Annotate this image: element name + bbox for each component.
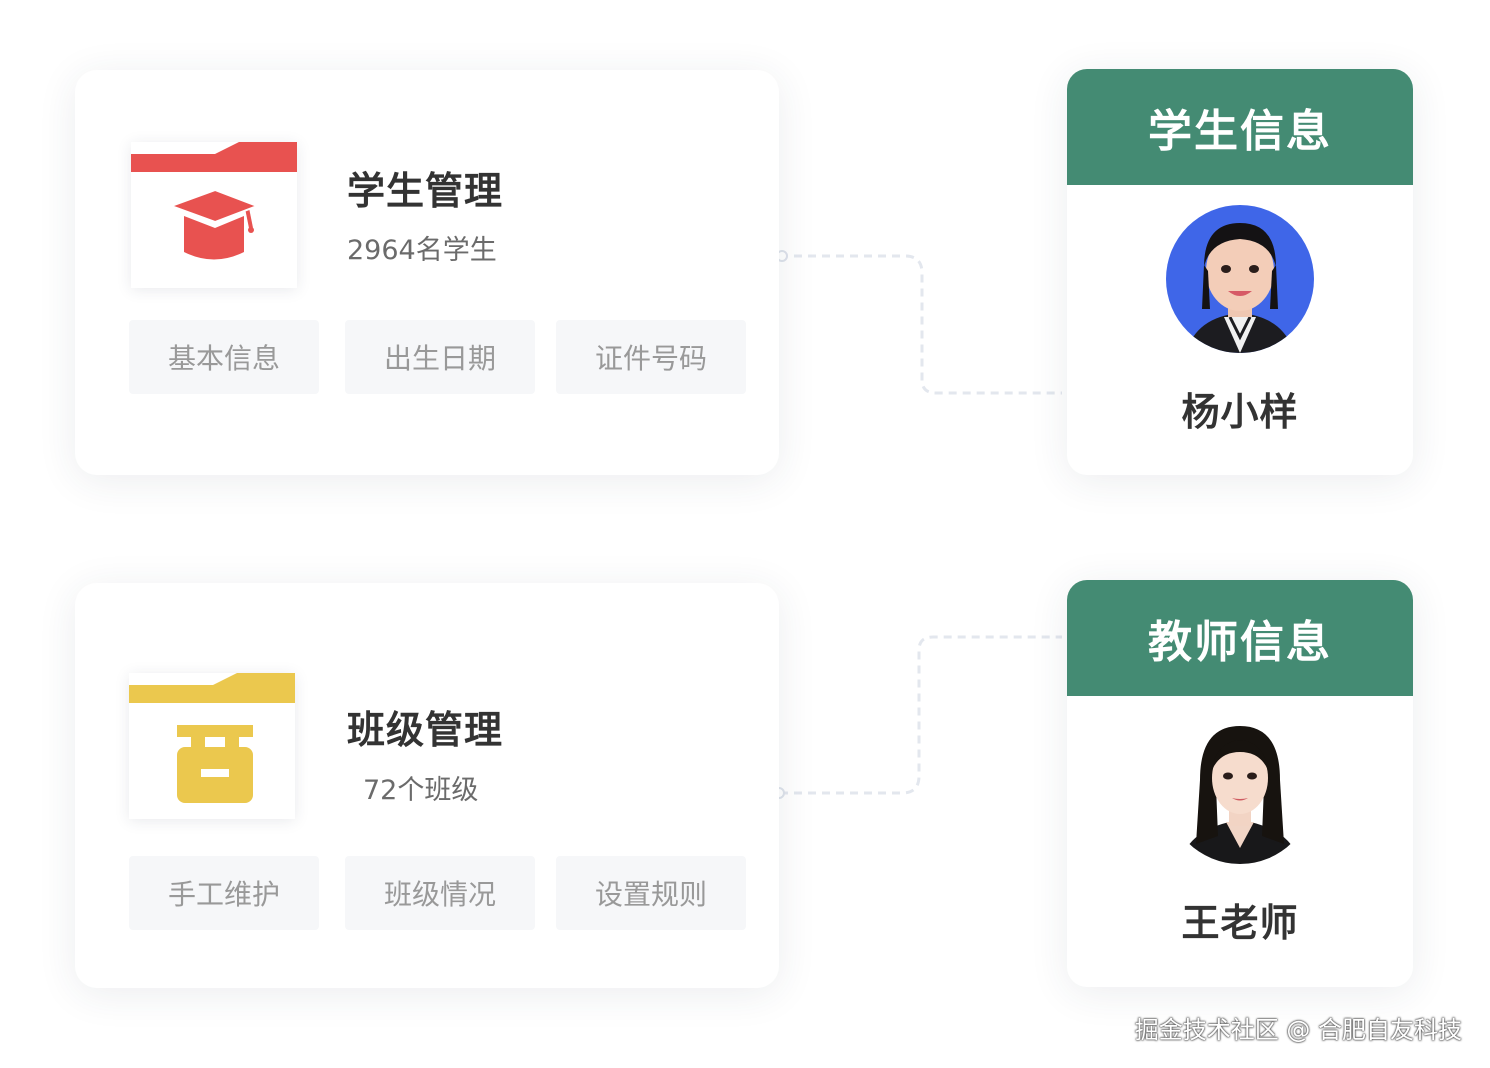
class-management-card[interactable]: 班级管理 72个班级 手工维护 班级情况 设置规则 [75, 583, 779, 988]
class-status-button[interactable]: 班级情况 [345, 856, 535, 930]
basic-info-button[interactable]: 基本信息 [129, 320, 319, 394]
student-name: 杨小样 [1181, 390, 1299, 434]
birth-date-button[interactable]: 出生日期 [345, 320, 535, 394]
set-rules-button[interactable]: 设置规则 [556, 856, 746, 930]
watermark: 掘金技术社区 @ 合肥自友科技 [1134, 1016, 1462, 1044]
teacher-info-header: 教师信息 [1067, 580, 1413, 696]
manual-maintenance-button[interactable]: 手工维护 [129, 856, 319, 930]
class-count: 72个班级 [363, 775, 479, 806]
student-folder-tile [131, 142, 297, 288]
student-mgmt-title: 学生管理 [347, 169, 504, 213]
teacher-name: 王老师 [1181, 901, 1299, 945]
classroom-icon [177, 725, 253, 803]
class-folder-tile [129, 673, 295, 819]
teacher-avatar [1166, 716, 1314, 864]
student-info-header: 学生信息 [1067, 69, 1413, 185]
id-number-button[interactable]: 证件号码 [556, 320, 746, 394]
graduation-cap-icon [168, 188, 260, 260]
student-count: 2964名学生 [347, 235, 497, 266]
student-info-card[interactable]: 学生信息 杨小样 [1067, 69, 1413, 475]
student-management-card[interactable]: 学生管理 2964名学生 基本信息 出生日期 证件号码 [75, 70, 779, 475]
teacher-info-card[interactable]: 教师信息 王老师 [1067, 580, 1413, 987]
class-mgmt-title: 班级管理 [347, 708, 504, 752]
student-avatar [1166, 205, 1314, 353]
